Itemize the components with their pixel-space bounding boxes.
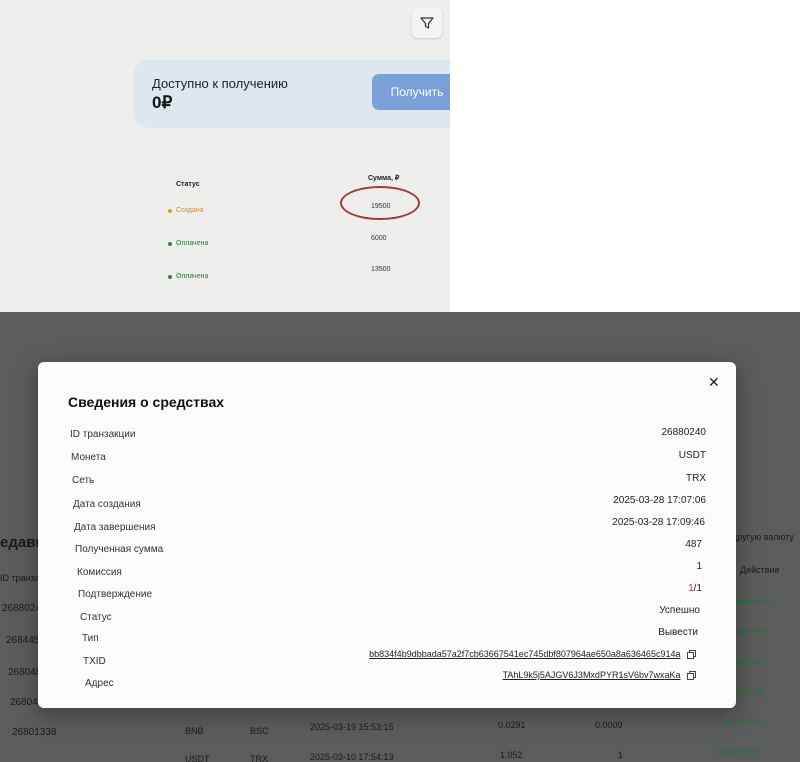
modal-title: Сведения о средствах xyxy=(68,394,225,410)
coin-label: Монета xyxy=(71,452,106,463)
highlight-circle xyxy=(340,186,420,220)
status-label: Статус xyxy=(80,612,112,623)
type-label: Тип xyxy=(82,633,99,644)
created-date-label: Дата создания xyxy=(73,499,141,510)
table-cell-coin: USDT xyxy=(185,754,210,762)
coin-value: USDT xyxy=(678,450,706,461)
type-value: Вывести xyxy=(658,627,698,638)
status-paid: Оплачена xyxy=(168,273,208,280)
top-screenshot: Доступно к получению 0₽ Получить Статус … xyxy=(0,0,450,312)
table-cell-amount: 1.052 xyxy=(500,750,523,760)
status-column-header: Статус xyxy=(176,181,200,188)
created-date-value: 2025-03-28 17:07:06 xyxy=(613,495,706,506)
txid-row: bb834f4b9dbbada57a2f7cb63667541ec745dbf8… xyxy=(369,649,696,660)
table-cell-network: TRX xyxy=(250,754,268,762)
balance-card: Доступно к получению 0₽ Получить xyxy=(134,60,450,128)
received-amount-label: Полученная сумма xyxy=(75,544,164,555)
status-value: Успешно xyxy=(659,605,700,616)
completed-date-value: 2025-03-28 17:09:46 xyxy=(612,517,705,528)
fee-value: 1 xyxy=(696,561,702,572)
confirmation-total: /1 xyxy=(693,583,702,594)
balance-title: Доступно к получению xyxy=(152,76,288,91)
sum-column-header: Сумма, ₽ xyxy=(368,175,400,182)
balance-amount: 0₽ xyxy=(152,93,173,112)
status-dot-icon xyxy=(168,208,172,213)
filter-icon xyxy=(420,17,434,29)
txid-label: TXID xyxy=(83,656,106,667)
action-column-header: Действие xyxy=(740,565,780,575)
address-label: Адрес xyxy=(85,678,114,689)
network-value: TRX xyxy=(686,473,706,484)
table-cell-network: BSC xyxy=(250,726,269,736)
received-amount-value: 487 xyxy=(685,539,702,550)
confirmation-value: 1/1 xyxy=(688,583,702,594)
currency-header: другую валюту xyxy=(732,532,794,542)
fee-label: Комиссия xyxy=(77,567,122,578)
address-value[interactable]: TAhL9k5j5AJGV6J3MxdPYR1sV6bv7wxaKa xyxy=(503,670,681,680)
status-paid: Оплачена xyxy=(168,240,208,247)
status-dot-icon xyxy=(168,241,172,246)
table-row-id: 26801338 xyxy=(12,727,57,738)
copy-icon[interactable] xyxy=(687,671,696,681)
status-created: Создана xyxy=(168,207,204,214)
confirmation-label: Подтверждение xyxy=(78,589,153,600)
close-icon[interactable]: ✕ xyxy=(708,374,720,391)
status-dot-icon xyxy=(168,274,172,279)
filter-button[interactable] xyxy=(412,8,442,38)
table-cell-amount: 0.0291 xyxy=(498,720,526,730)
table-cell-fee: 1 xyxy=(618,750,624,760)
status-label: Оплачена xyxy=(176,273,209,280)
details-link[interactable]: Подробнее xyxy=(716,716,763,726)
status-label: Создана xyxy=(176,207,204,214)
copy-icon[interactable] xyxy=(687,650,696,660)
txid-value[interactable]: bb834f4b9dbbada57a2f7cb63667541ec745dbf8… xyxy=(369,649,680,659)
bottom-screenshot: едавни ID транзакци другую валюту Действ… xyxy=(0,312,800,762)
tx-id-label: ID транзакции xyxy=(70,429,136,440)
status-label: Оплачена xyxy=(176,240,209,247)
completed-date-label: Дата завершения xyxy=(74,522,156,533)
details-link[interactable]: Подробнее xyxy=(714,746,761,756)
table-cell-fee: 0.0009 xyxy=(595,720,623,730)
table-cell-date: 2025-03-19 15:53:15 xyxy=(310,722,394,732)
sum-value: 6000 xyxy=(371,235,387,242)
sum-value: 13500 xyxy=(371,266,391,273)
table-cell-date: 2025-03-10 17:54:13 xyxy=(310,752,394,762)
tx-id-value: 26880240 xyxy=(661,427,707,438)
funds-details-modal: Сведения о средствах ✕ ID транзакции 268… xyxy=(38,362,736,708)
network-label: Сеть xyxy=(72,475,95,486)
table-cell-coin: BNB xyxy=(185,726,204,736)
receive-button[interactable]: Получить xyxy=(372,74,450,110)
address-row: TAhL9k5j5AJGV6J3MxdPYR1sV6bv7wxaKa xyxy=(503,670,696,681)
